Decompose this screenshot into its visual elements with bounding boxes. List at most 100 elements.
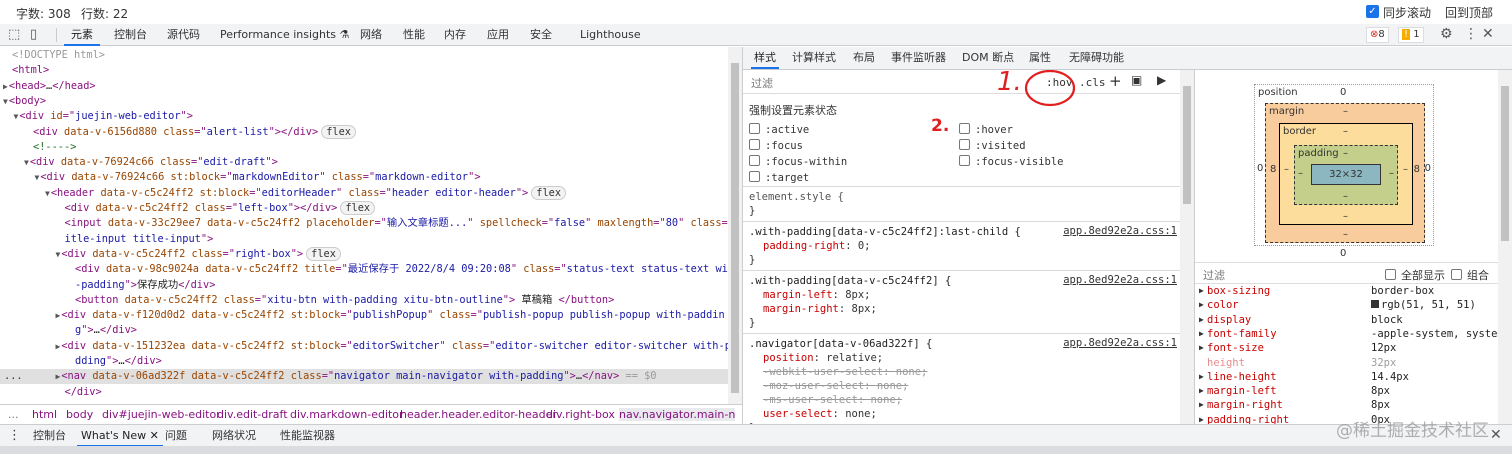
- breadcrumb-item[interactable]: nav.navigator.main-n: [619, 408, 736, 421]
- drawer-tab-performance-monitor[interactable]: 性能监视器: [280, 425, 335, 447]
- dom-node-row[interactable]: <!---->: [0, 140, 728, 155]
- close-drawer-icon[interactable]: ✕: [1490, 427, 1502, 443]
- dom-node-row[interactable]: ▼<div data-v-76924c66 st:block="markdown…: [0, 170, 728, 185]
- css-declaration[interactable]: user-select: none;: [763, 407, 877, 421]
- padding-bottom[interactable]: –: [1343, 191, 1348, 202]
- dom-node-row[interactable]: ▶<div data-v-f120d0d2 data-v-c5c24ff2 st…: [0, 308, 728, 323]
- tab-computed[interactable]: 计算样式: [792, 47, 836, 69]
- color-swatch[interactable]: [1371, 300, 1379, 309]
- flex-badge[interactable]: flex: [531, 185, 567, 200]
- dom-node-row[interactable]: -padding">保存成功</div>: [0, 278, 728, 293]
- expand-triangle-icon[interactable]: ▶: [56, 342, 61, 351]
- dom-node-row[interactable]: <!DOCTYPE html>: [0, 48, 728, 63]
- group-checkbox[interactable]: 组合: [1451, 267, 1489, 283]
- property-name[interactable]: margin-right: [763, 303, 839, 315]
- property-name[interactable]: margin-left: [763, 289, 833, 301]
- style-rule[interactable]: element.style {}: [743, 186, 1180, 220]
- dom-node-row[interactable]: <div data-v-6156d880 class="alert-list">…: [0, 124, 728, 140]
- sync-scroll-checkbox[interactable]: ✓: [1366, 5, 1379, 18]
- tab-layout[interactable]: 布局: [853, 47, 875, 69]
- expand-triangle-icon[interactable]: ▼: [3, 97, 8, 106]
- drawer-menu-icon[interactable]: ⋮: [8, 425, 21, 447]
- padding-left[interactable]: –: [1298, 168, 1303, 179]
- dom-node-row[interactable]: dding">…</div>: [0, 354, 728, 369]
- expand-triangle-icon[interactable]: ▶: [1199, 298, 1204, 312]
- dom-node-row[interactable]: <button data-v-c5c24ff2 class="xitu-btn …: [0, 293, 728, 308]
- margin-top[interactable]: –: [1343, 106, 1348, 117]
- breadcrumb-item[interactable]: div.markdown-editor: [290, 408, 404, 421]
- close-devtools-icon[interactable]: ✕: [1482, 26, 1494, 42]
- sync-scroll-label[interactable]: 同步滚动: [1383, 4, 1431, 21]
- expand-triangle-icon[interactable]: ▼: [24, 158, 29, 167]
- close-tab-icon[interactable]: ✕: [150, 429, 159, 442]
- expand-triangle-icon[interactable]: ▶: [1199, 413, 1204, 424]
- expand-triangle-icon[interactable]: ▼: [56, 250, 61, 259]
- device-toolbar-icon[interactable]: ▯: [30, 27, 37, 42]
- tab-elements[interactable]: 元素: [64, 24, 100, 46]
- dom-node-row[interactable]: <html>: [0, 63, 728, 78]
- property-name[interactable]: padding-right: [763, 240, 845, 252]
- dom-node-row[interactable]: itle-input title-input">: [0, 232, 728, 247]
- css-declaration[interactable]: padding-right: 0;: [763, 239, 871, 253]
- tab-performance[interactable]: 性能: [403, 24, 425, 46]
- breadcrumb-item[interactable]: div.right-box: [546, 408, 615, 421]
- tab-sources[interactable]: 源代码: [167, 24, 200, 46]
- computed-filter-input[interactable]: 过滤: [1203, 267, 1225, 283]
- toggle-sidebar-icon[interactable]: ▶: [1157, 73, 1166, 87]
- show-all-checkbox[interactable]: 全部显示: [1385, 267, 1445, 283]
- dom-node-row[interactable]: <div data-v-98c9024a data-v-c5c24ff2 tit…: [0, 262, 728, 277]
- css-declaration[interactable]: -webkit-user-select: none;: [763, 365, 927, 379]
- back-to-top-link[interactable]: 回到顶部: [1445, 4, 1493, 21]
- dom-node-row[interactable]: ▼<div data-v-76924c66 class="edit-draft"…: [0, 155, 728, 170]
- expand-triangle-icon[interactable]: ▶: [1199, 284, 1204, 298]
- property-value[interactable]: 8px;: [845, 289, 870, 301]
- property-value[interactable]: 8px;: [852, 303, 877, 315]
- property-value[interactable]: none;: [845, 408, 877, 420]
- paint-brush-icon[interactable]: ▣: [1131, 73, 1142, 87]
- drawer-tab-issues[interactable]: 问题: [165, 425, 187, 447]
- dom-node-row[interactable]: g">…</div>: [0, 323, 728, 338]
- force-state-checkbox[interactable]: :focus-within: [749, 155, 847, 168]
- force-state-checkbox[interactable]: :target: [749, 171, 809, 184]
- tab-styles[interactable]: 样式: [751, 47, 779, 69]
- dom-node-row[interactable]: ... ▶<nav data-v-06ad322f data-v-c5c24ff2…: [0, 369, 728, 385]
- computed-property-row[interactable]: ▶ color rgb(51, 51, 51): [1199, 298, 1498, 312]
- breadcrumb-item[interactable]: body: [66, 408, 93, 421]
- box-border[interactable]: border – – – – padding – – – – 32×32: [1279, 123, 1413, 225]
- checkbox[interactable]: [749, 171, 760, 182]
- checkbox[interactable]: [749, 139, 760, 150]
- tab-performance-insights[interactable]: Performance insights ⚗: [220, 24, 349, 46]
- margin-left[interactable]: 8: [1270, 164, 1276, 175]
- flex-badge[interactable]: flex: [306, 246, 341, 261]
- property-value[interactable]: relative;: [826, 352, 883, 364]
- property-value[interactable]: none;: [877, 380, 909, 392]
- new-rule-plus-icon[interactable]: +: [1109, 72, 1122, 90]
- styles-scrollbar[interactable]: [1180, 70, 1194, 424]
- style-rule[interactable]: .with-padding[data-v-c5c24ff2]:last-chil…: [743, 221, 1180, 269]
- flex-badge[interactable]: flex: [340, 201, 376, 215]
- computed-property-row[interactable]: ▶ margin-right 8px: [1199, 398, 1498, 412]
- tab-event-listeners[interactable]: 事件监听器: [891, 47, 946, 69]
- expand-triangle-icon[interactable]: ▶: [1199, 370, 1204, 384]
- inspect-element-icon[interactable]: ⬚: [8, 27, 20, 42]
- expand-triangle-icon[interactable]: ▶: [1199, 327, 1204, 341]
- tab-security[interactable]: 安全: [530, 24, 552, 46]
- property-name[interactable]: -webkit-user-select: [763, 366, 883, 378]
- border-bottom[interactable]: –: [1343, 211, 1348, 222]
- checkbox[interactable]: [959, 139, 970, 150]
- checkbox[interactable]: [749, 123, 760, 134]
- rule-source-link[interactable]: app.8ed92e2a.css:1: [1063, 225, 1177, 237]
- tab-memory[interactable]: 内存: [444, 24, 466, 46]
- margin-right[interactable]: 8: [1414, 164, 1420, 175]
- box-content[interactable]: 32×32: [1311, 164, 1381, 185]
- force-state-checkbox[interactable]: :focus: [749, 139, 803, 152]
- styles-filter-input[interactable]: 过滤: [751, 75, 773, 91]
- dom-node-row[interactable]: ▼<div data-v-c5c24ff2 class="right-box">…: [0, 246, 728, 262]
- elements-scrollbar[interactable]: [728, 47, 742, 404]
- style-rule[interactable]: .navigator[data-v-06ad322f] {app.8ed92e2…: [743, 333, 1180, 424]
- expand-triangle-icon[interactable]: ▶: [56, 372, 61, 381]
- border-top[interactable]: –: [1343, 126, 1348, 137]
- drawer-tab-network-conditions[interactable]: 网络状况: [212, 425, 256, 447]
- flex-badge[interactable]: flex: [321, 124, 357, 139]
- computed-property-row[interactable]: height 32px: [1199, 356, 1498, 370]
